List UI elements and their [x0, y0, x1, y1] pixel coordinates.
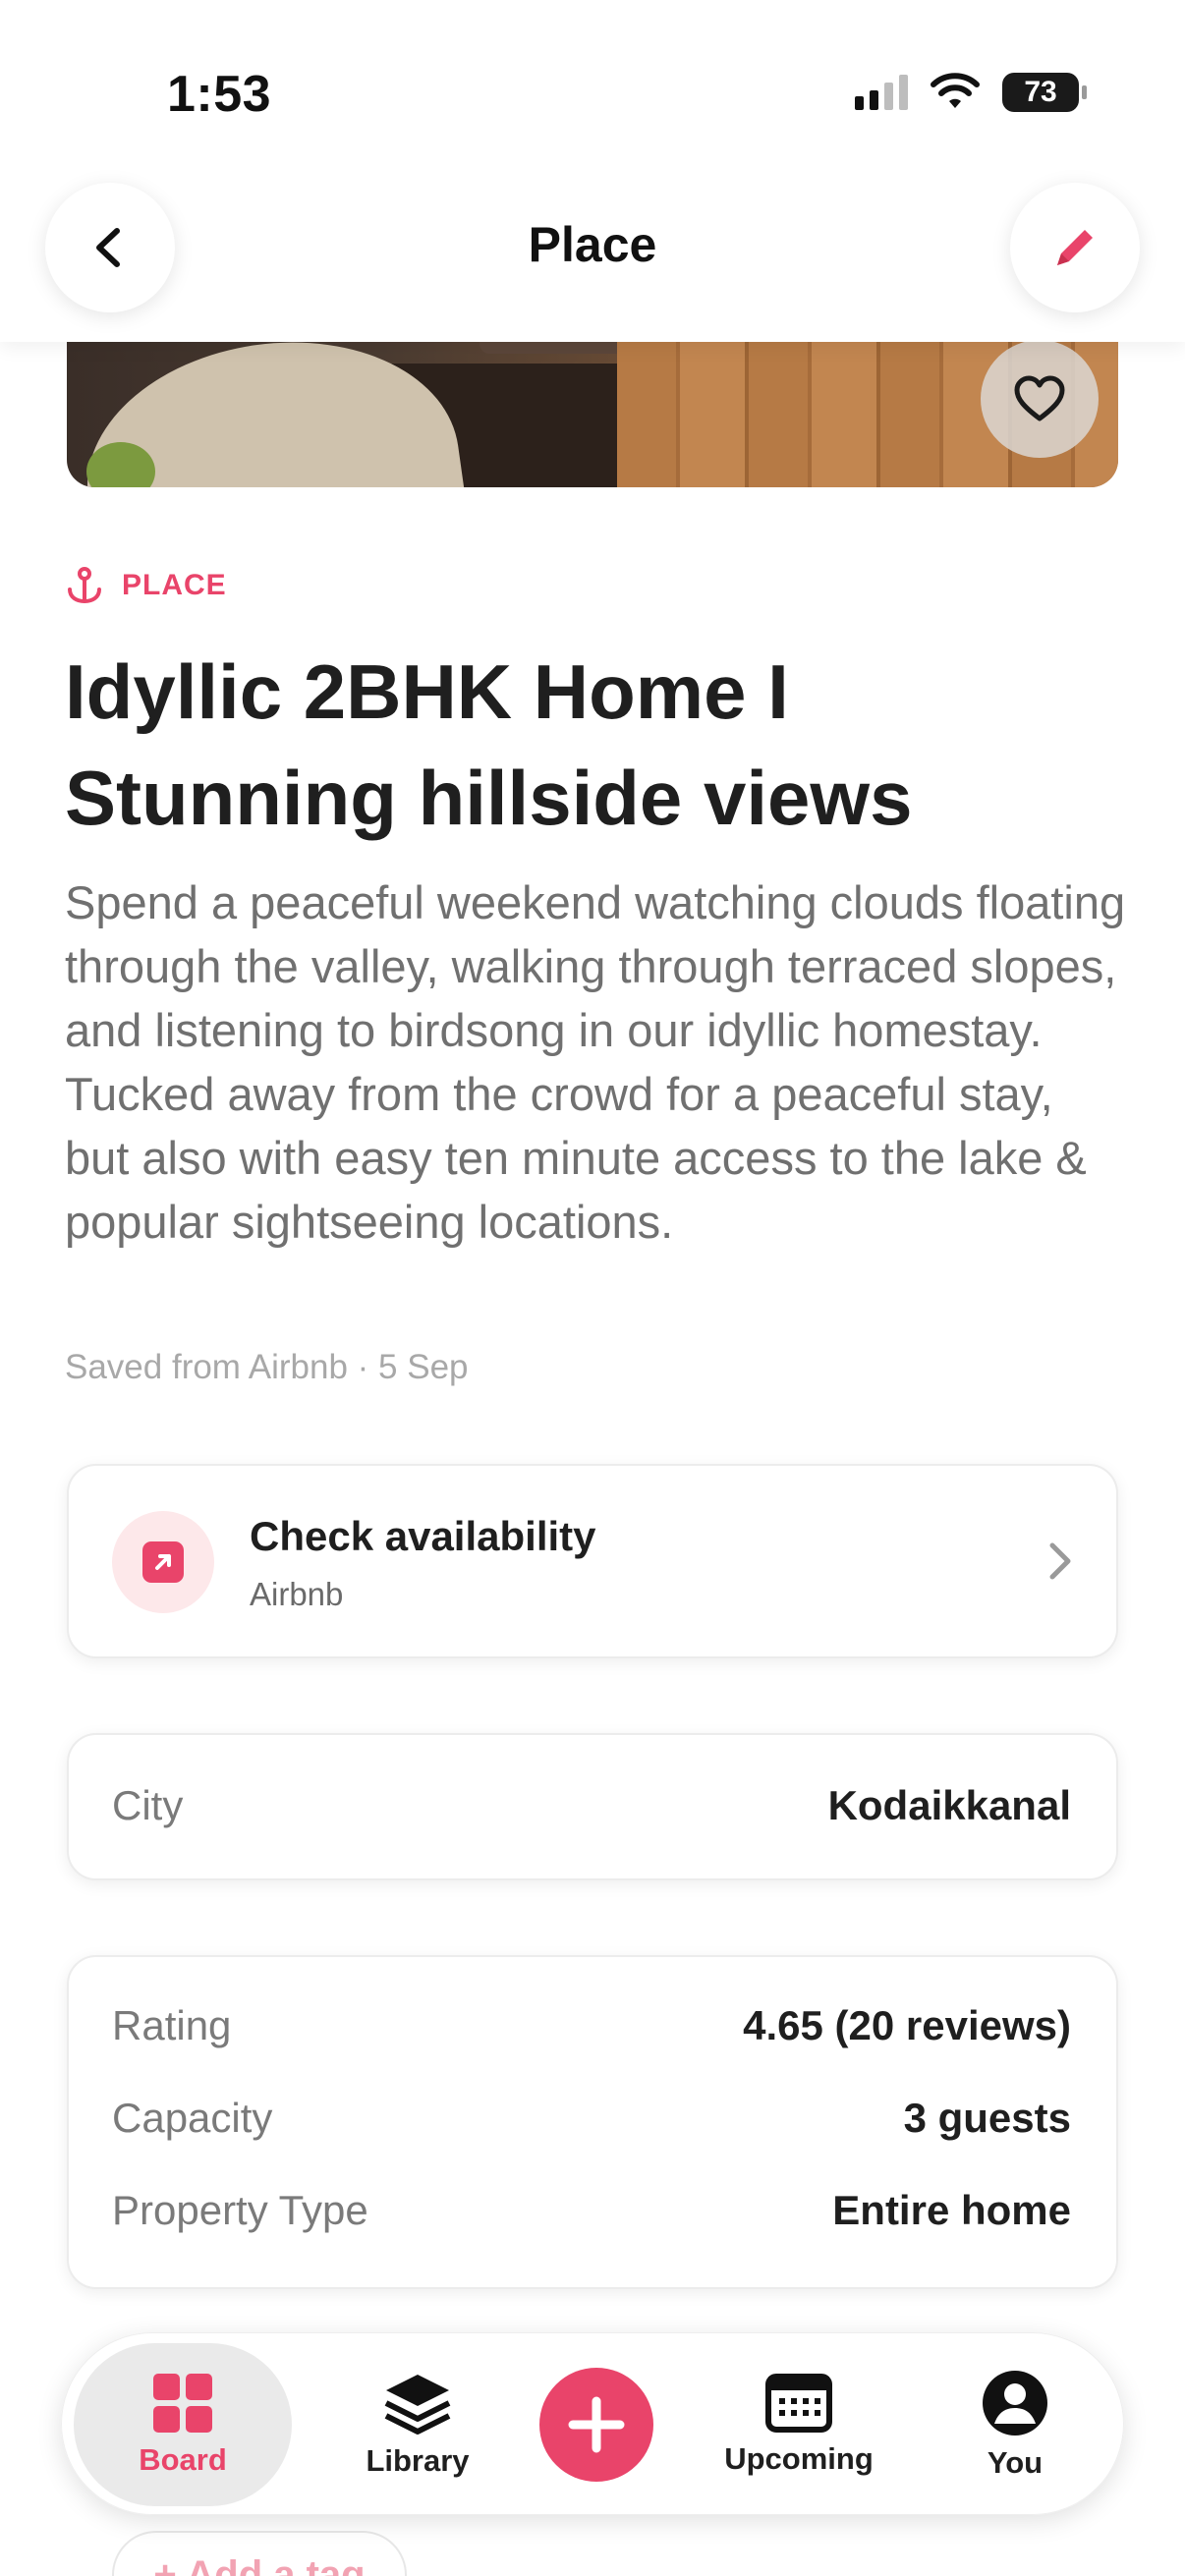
item-title: Idyllic 2BHK Home I Stunning hillside vi… [65, 648, 913, 841]
signal-icon [855, 75, 908, 110]
heart-icon [1014, 375, 1065, 421]
bottom-nav: Board Library Upcoming You [61, 2332, 1124, 2515]
detail-value: 3 guests [903, 2095, 1071, 2141]
nav-board[interactable]: Board [74, 2343, 292, 2506]
nav-label: Board [139, 2442, 227, 2477]
page-title: Place [528, 217, 657, 272]
nav-label: Upcoming [724, 2441, 874, 2476]
status-time: 1:53 [167, 66, 272, 123]
pencil-icon [1057, 230, 1093, 265]
add-tag-button[interactable]: + Add a tag [112, 2531, 407, 2576]
chevron-right-icon [1049, 1542, 1071, 1580]
favorite-button[interactable] [981, 340, 1099, 458]
nav-label: Library [366, 2443, 470, 2478]
user-icon [983, 2371, 1047, 2436]
details-card: Rating 4.65 (20 reviews) Capacity 3 gues… [67, 1955, 1118, 2289]
anchor-pin-icon [68, 567, 101, 604]
nav-add[interactable] [537, 2343, 655, 2506]
nav-label: You [987, 2445, 1044, 2480]
link-subtitle: Airbnb [250, 1576, 344, 1612]
detail-row-property-type: Property Type Entire home [112, 2187, 1071, 2234]
detail-value: Kodaikkanal [827, 1782, 1071, 1828]
item-type-label: PLACE [122, 569, 227, 601]
top-bar: 1:53 73 Place [0, 0, 1185, 342]
link-title: Check availability [250, 1513, 596, 1559]
check-availability-card[interactable]: Check availability Airbnb [67, 1464, 1118, 1658]
detail-row-rating: Rating 4.65 (20 reviews) [112, 2002, 1071, 2049]
detail-value: Entire home [832, 2187, 1071, 2233]
item-description: Spend a peaceful weekend watching clouds… [65, 876, 1126, 1248]
link-icon-badge [112, 1511, 214, 1613]
detail-row-capacity: Capacity 3 guests [112, 2095, 1071, 2142]
edit-button[interactable] [1010, 183, 1140, 312]
add-button[interactable] [539, 2368, 653, 2482]
grid-icon [153, 2374, 212, 2433]
detail-row-city: City Kodaikkanal [112, 1782, 1071, 1829]
place-detail-screen: 1:53 73 Place PLACE Idyllic 2BHK Home I … [0, 0, 1185, 2576]
detail-label: Capacity [112, 2095, 273, 2141]
battery-icon: 73 [1002, 73, 1087, 112]
nav-upcoming[interactable]: Upcoming [691, 2343, 907, 2506]
nav-you[interactable]: You [936, 2343, 1094, 2506]
nav-library[interactable]: Library [319, 2343, 516, 2506]
item-meta: Saved from Airbnb · 5 Sep [65, 1348, 469, 1386]
plus-icon [568, 2396, 625, 2453]
battery-level: 73 [1024, 76, 1057, 108]
detail-value: 4.65 (20 reviews) [743, 2002, 1071, 2048]
calendar-icon [765, 2374, 832, 2433]
external-link-icon [142, 1541, 184, 1583]
detail-label: City [112, 1782, 184, 1828]
status-icons: 73 [855, 73, 1087, 112]
city-card: City Kodaikkanal [67, 1733, 1118, 1880]
detail-label: Rating [112, 2002, 232, 2048]
layers-icon [384, 2375, 451, 2435]
detail-label: Property Type [112, 2187, 368, 2233]
wifi-icon [931, 73, 980, 108]
item-type: PLACE [65, 566, 227, 605]
